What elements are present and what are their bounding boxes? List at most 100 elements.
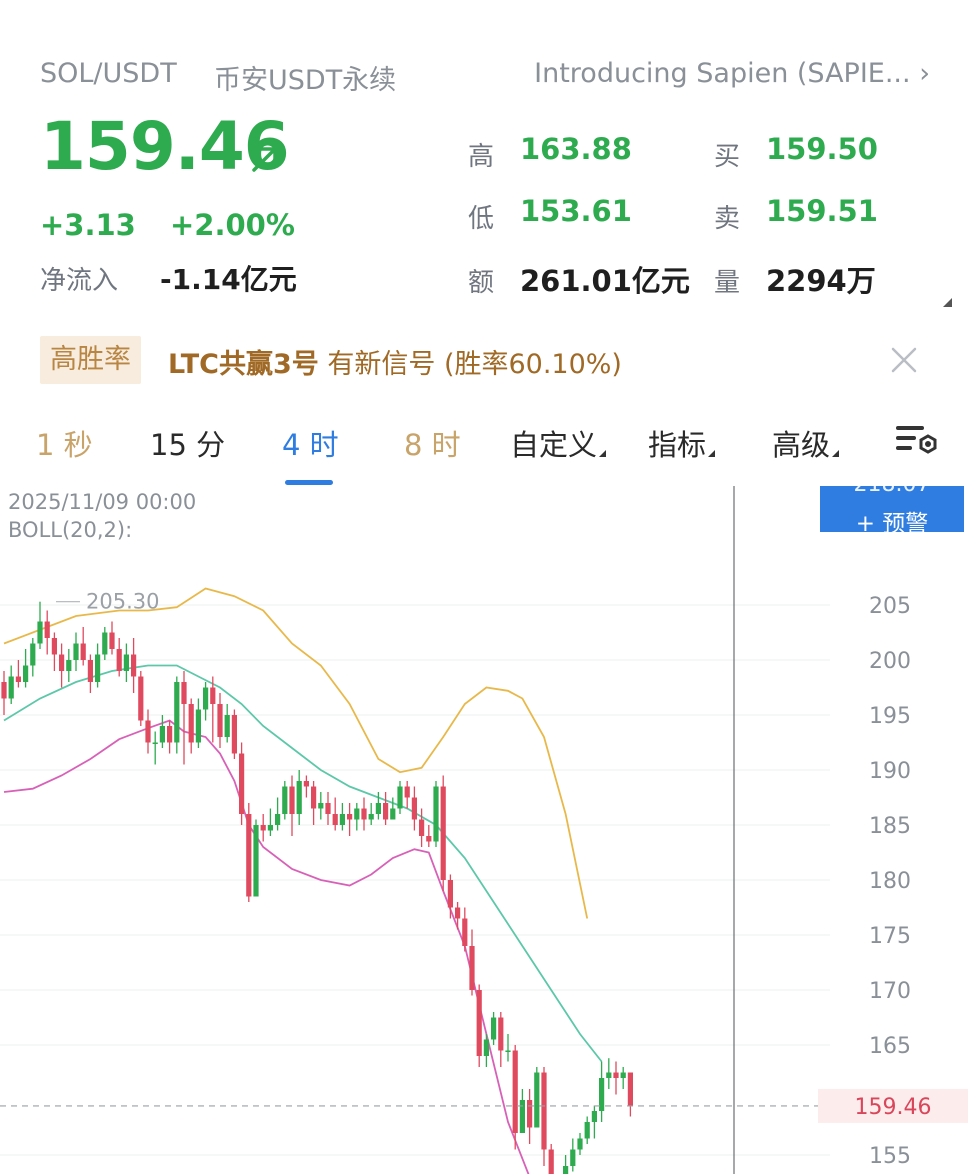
candle-body [627, 1072, 633, 1106]
close-icon[interactable] [890, 346, 918, 374]
candle-body [109, 632, 115, 649]
dropdown-triangle-icon [599, 450, 607, 457]
candle-body [462, 918, 468, 946]
high-value: 163.88 [520, 132, 632, 166]
bid-label: 买 [714, 142, 741, 172]
tab-15m[interactable]: 15 分 [150, 422, 225, 464]
candle-body [224, 715, 230, 737]
candle-body [411, 797, 417, 820]
low-value: 153.61 [520, 194, 632, 228]
candle-body [231, 715, 237, 754]
kline-chart-svg[interactable]: 205.30 205 200 195 190 185 180 175 170 165 155 15… [0, 486, 968, 1174]
candle-body [253, 825, 259, 897]
tab-advanced-label: 高级 [772, 428, 831, 462]
candle-body [246, 814, 252, 897]
tab-custom-label: 自定义 [510, 428, 598, 462]
candle-body [332, 814, 338, 825]
tab-1s[interactable]: 1 秒 [36, 422, 93, 464]
dropdown-triangle-icon [832, 450, 840, 457]
amount-value: 261.01亿元 [520, 264, 690, 298]
chevron-right-icon: › [919, 58, 930, 89]
expand-corner-icon[interactable] [943, 298, 952, 307]
candle-body [534, 1072, 540, 1128]
candle-body [476, 990, 482, 1056]
candle-body [116, 649, 122, 671]
price-alert-button[interactable]: 218.07 + 预警 [820, 486, 964, 532]
y-tick-label: 155 [869, 1144, 911, 1169]
current-price-label: 159.46 [855, 1095, 932, 1120]
candle-body [80, 643, 86, 660]
candle-body [152, 742, 158, 744]
y-tick-label: 165 [869, 1034, 911, 1059]
ask-label: 卖 [714, 204, 741, 234]
change-percent: +2.00% [170, 208, 295, 242]
candle-body [102, 632, 108, 655]
news-link[interactable]: Introducing Sapien (SAPIE... › [534, 58, 930, 89]
candle-body [577, 1138, 583, 1150]
price-axis: 205 200 195 190 185 180 175 170 165 155 [869, 594, 911, 1169]
candle-body [512, 1050, 518, 1133]
tab-indicators[interactable]: 指标 [648, 422, 716, 464]
y-tick-label: 190 [869, 759, 911, 784]
bid-value: 159.50 [766, 132, 878, 166]
candle-body [123, 654, 129, 671]
candle-body [325, 803, 331, 814]
y-tick-label: 180 [869, 869, 911, 894]
tab-4h[interactable]: 4 时 [282, 422, 339, 464]
candle-body [59, 654, 65, 671]
candle-body [239, 753, 245, 814]
tab-advanced[interactable]: 高级 [772, 422, 840, 464]
candle-body [447, 880, 453, 908]
candle-body [347, 814, 353, 820]
high-marker-label: 205.30 [86, 590, 159, 614]
candle-body [368, 814, 374, 820]
candle-body [584, 1122, 590, 1139]
candle-body [426, 836, 432, 842]
candle-body [469, 946, 475, 990]
candle-body [519, 1100, 525, 1133]
kline-chart[interactable]: 205.30 205 200 195 190 185 180 175 170 165 155 15… [0, 486, 968, 1174]
interval-tabs: 1 秒 15 分 4 时 8 时 自定义 指标 高级 [0, 414, 968, 486]
candle-body [570, 1149, 576, 1166]
active-tab-indicator [285, 480, 333, 485]
tab-custom[interactable]: 自定义 [510, 422, 607, 464]
candle-body [433, 786, 439, 842]
candle-body [289, 786, 295, 814]
alert-label: + 预警 [855, 511, 929, 532]
candle-body [383, 803, 389, 820]
arrow-up-right-icon [252, 147, 277, 172]
volume-label: 量 [714, 268, 741, 298]
candle-body [296, 781, 302, 814]
candle-body [267, 825, 273, 831]
candle-body [131, 654, 137, 677]
candle-body [361, 808, 367, 820]
signal-banner[interactable]: 高胜率 LTC共赢3号 有新信号 (胜率60.10%) [40, 336, 928, 386]
candle-body [1, 682, 7, 699]
y-tick-label: 175 [869, 924, 911, 949]
candle-body [15, 676, 21, 682]
pair-name[interactable]: SOL/USDT [40, 58, 177, 89]
tab-8h[interactable]: 8 时 [404, 422, 461, 464]
candle-body [491, 1017, 497, 1040]
candle-body [8, 676, 14, 699]
y-tick-label: 200 [869, 649, 911, 674]
top-price-label: 218.07 [820, 486, 964, 497]
indicator-label: BOLL(20,2): [8, 518, 133, 542]
candle-body [541, 1072, 547, 1150]
candle-body [404, 786, 410, 798]
chart-settings-icon[interactable] [894, 420, 940, 460]
candle-body [73, 643, 79, 660]
candle-body [145, 720, 151, 743]
candle-body [606, 1072, 612, 1078]
candle-body [620, 1072, 626, 1078]
y-tick-label: 205 [869, 594, 911, 619]
signal-strategy-name: LTC共赢3号 [168, 349, 319, 380]
candle-body [260, 825, 266, 831]
boll-upper-line [3, 587, 589, 919]
candle-body [37, 621, 43, 644]
candle-body [23, 665, 29, 682]
market-name[interactable]: 币安USDT永续 [214, 58, 396, 97]
candle-body [30, 643, 36, 666]
candle-body [591, 1111, 597, 1122]
candle-body [51, 638, 57, 655]
